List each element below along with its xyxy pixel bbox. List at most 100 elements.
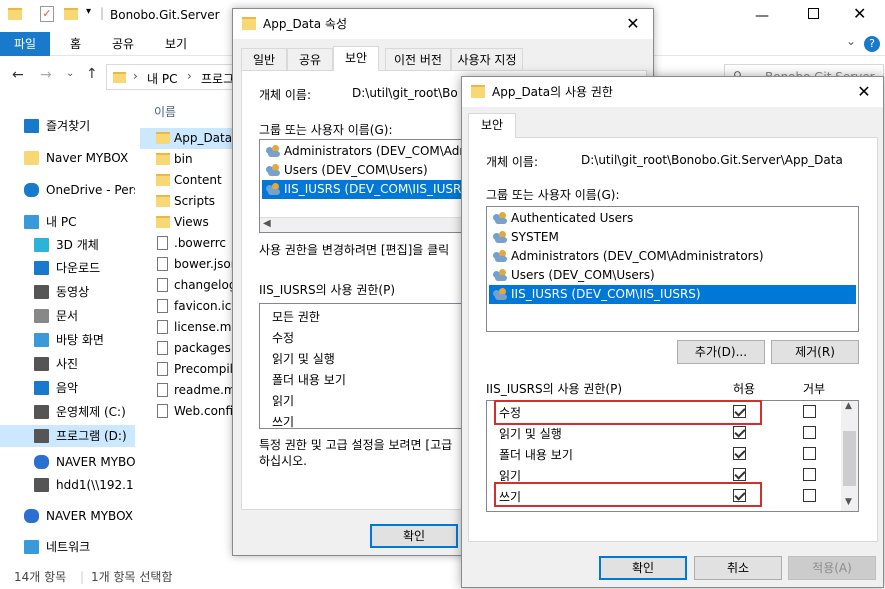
nav-item-내-pc[interactable]: 내 PC: [0, 211, 135, 233]
ribbon-tab-share[interactable]: 공유: [112, 32, 134, 56]
file-list-item[interactable]: .bowerrc: [140, 233, 240, 254]
scroll-thumb[interactable]: [843, 431, 856, 486]
nav-item-hdd1-192-1[interactable]: hdd1(\\192.1: [0, 474, 135, 496]
customize-dropdown-icon[interactable]: ▾: [86, 6, 91, 17]
allow-checkbox[interactable]: [733, 447, 746, 460]
tab-sharing[interactable]: 공유: [287, 48, 333, 70]
file-list-item[interactable]: Precompile: [140, 359, 240, 380]
new-folder-icon[interactable]: [64, 8, 78, 20]
user-list-item[interactable]: IIS_IUSRS (DEV_COM\IIS_IUSRS): [262, 180, 462, 199]
column-header-name[interactable]: 이름: [154, 103, 176, 120]
file-list-item[interactable]: bower.json: [140, 254, 240, 275]
properties-check-icon[interactable]: ✓: [40, 6, 54, 22]
allow-checkbox[interactable]: [733, 468, 746, 481]
file-list-item[interactable]: changelog.: [140, 275, 240, 296]
user-list-item[interactable]: SYSTEM: [489, 228, 849, 247]
ribbon-tab-file[interactable]: 파일: [0, 32, 50, 56]
user-list[interactable]: Authenticated Users SYSTEM Administrators …: [486, 206, 859, 332]
file-name: changelog.: [174, 278, 240, 292]
nav-item-문서[interactable]: 문서: [0, 305, 135, 327]
allow-checkbox[interactable]: [733, 426, 746, 439]
nav-item-naver-mybox[interactable]: NAVER MYBOX: [0, 505, 135, 527]
nav-item-naver-mybox[interactable]: Naver MYBOX: [0, 147, 135, 169]
forward-arrow-icon[interactable]: →: [40, 67, 52, 83]
navigation-pane: 즐겨찾기 Naver MYBOX OneDrive - Pers 내 PC 3D 개체 다…: [0, 95, 135, 565]
minimize-icon[interactable]: —: [755, 8, 769, 24]
file-list-item[interactable]: Content: [140, 170, 240, 191]
file-list-item[interactable]: Scripts: [140, 191, 240, 212]
deny-checkbox[interactable]: [803, 426, 816, 439]
vertical-scrollbar[interactable]: ▲ ▼: [841, 401, 858, 511]
file-list-item[interactable]: Web.config: [140, 401, 240, 422]
quick-access-folder-icon[interactable]: [8, 8, 22, 20]
nav-item-프로그램-d[interactable]: 프로그램 (D:): [0, 425, 135, 447]
nav-item-바탕-화면[interactable]: 바탕 화면: [0, 329, 135, 351]
ok-button[interactable]: 확인: [599, 556, 687, 580]
close-icon[interactable]: ✕: [844, 77, 884, 107]
apply-button[interactable]: 적용(A): [788, 556, 876, 580]
nav-item-동영상[interactable]: 동영상: [0, 281, 135, 303]
tab-general[interactable]: 일반: [241, 48, 287, 70]
user-list-item[interactable]: Users (DEV_COM\Users): [489, 266, 849, 285]
nav-item-사진[interactable]: 사진: [0, 353, 135, 375]
remove-button[interactable]: 제거(R): [771, 340, 859, 364]
ribbon-tab-view[interactable]: 보기: [165, 32, 187, 56]
nav-item-naver-mybox[interactable]: NAVER MYBOX: [0, 451, 135, 473]
file-list-item[interactable]: bin: [140, 149, 240, 170]
object-name-label: 개체 이름:: [259, 88, 312, 102]
file-list-item[interactable]: license.md: [140, 317, 240, 338]
nav-item-즐겨찾기[interactable]: 즐겨찾기: [0, 115, 135, 137]
nav-item-3d-개체[interactable]: 3D 개체: [0, 234, 135, 256]
up-arrow-icon[interactable]: ↑: [86, 66, 98, 82]
file-list-item[interactable]: favicon.ico: [140, 296, 240, 317]
nav-item-네트워크[interactable]: 네트워크: [0, 536, 135, 558]
status-item-count: 14개 항목: [14, 570, 67, 584]
file-list-item[interactable]: App_Data: [140, 128, 240, 149]
expand-ribbon-icon[interactable]: ⌄: [846, 34, 856, 48]
tab-security[interactable]: 보안: [333, 46, 379, 71]
ribbon-tab-home[interactable]: 홈: [70, 32, 81, 56]
tab-previous-versions[interactable]: 이전 버전: [385, 48, 451, 70]
tab-customize[interactable]: 사용자 지정: [451, 48, 523, 70]
deny-checkbox[interactable]: [803, 447, 816, 460]
permission-row: 쓰기: [272, 415, 295, 429]
user-list-item[interactable]: Authenticated Users: [489, 209, 849, 228]
nav-item-onedrive-pers[interactable]: OneDrive - Pers: [0, 179, 135, 201]
close-icon[interactable]: ✕: [853, 4, 866, 23]
close-icon[interactable]: ✕: [613, 9, 653, 39]
address-bar[interactable]: › 내 PC › 프로그: [106, 64, 236, 90]
scroll-up-icon[interactable]: ▲: [845, 401, 852, 411]
help-icon[interactable]: ?: [864, 36, 880, 52]
tab-security[interactable]: 보안: [468, 113, 516, 138]
user-list-item[interactable]: Administrators (DEV_COM\Administrators): [489, 247, 849, 266]
recent-dropdown-icon[interactable]: ⌄: [66, 68, 74, 79]
nav-item-다운로드[interactable]: 다운로드: [0, 257, 135, 279]
cancel-button[interactable]: 취소: [694, 556, 782, 580]
advanced-text-2: 하십시오.: [259, 454, 307, 468]
permission-row: 수정: [272, 331, 295, 345]
nav-item-운영체제-c[interactable]: 운영체제 (C:): [0, 401, 135, 423]
deny-checkbox[interactable]: [803, 405, 816, 418]
file-list-item[interactable]: readme.mc: [140, 380, 240, 401]
scroll-left-icon[interactable]: ◀: [263, 218, 271, 229]
user-list-item[interactable]: Administrators (DEV_COM\Admi: [262, 142, 467, 161]
horizontal-scrollbar[interactable]: ◀: [260, 217, 468, 232]
file-list-item[interactable]: packages.c: [140, 338, 240, 359]
picture-icon: [34, 357, 49, 371]
back-arrow-icon[interactable]: ←: [12, 67, 24, 83]
file-list-item[interactable]: Views: [140, 212, 240, 233]
breadcrumb-program[interactable]: 프로그: [201, 70, 234, 87]
deny-checkbox[interactable]: [803, 489, 816, 502]
scroll-down-icon[interactable]: ▼: [845, 497, 852, 507]
file-name: favicon.ico: [174, 299, 239, 313]
deny-checkbox[interactable]: [803, 468, 816, 481]
ok-button[interactable]: 확인: [370, 524, 458, 548]
file-icon: [157, 236, 168, 250]
user-list-item[interactable]: IIS_IUSRS (DEV_COM\IIS_IUSRS): [489, 285, 856, 304]
user-list-item[interactable]: Users (DEV_COM\Users): [262, 161, 467, 180]
nav-item-음악[interactable]: 음악: [0, 377, 135, 399]
add-button[interactable]: 추가(D)...: [677, 340, 765, 364]
maximize-icon[interactable]: [808, 8, 819, 19]
status-bar: 14개 항목 | 1개 항목 선택함: [0, 565, 230, 589]
breadcrumb-my-pc[interactable]: 내 PC: [147, 70, 177, 87]
